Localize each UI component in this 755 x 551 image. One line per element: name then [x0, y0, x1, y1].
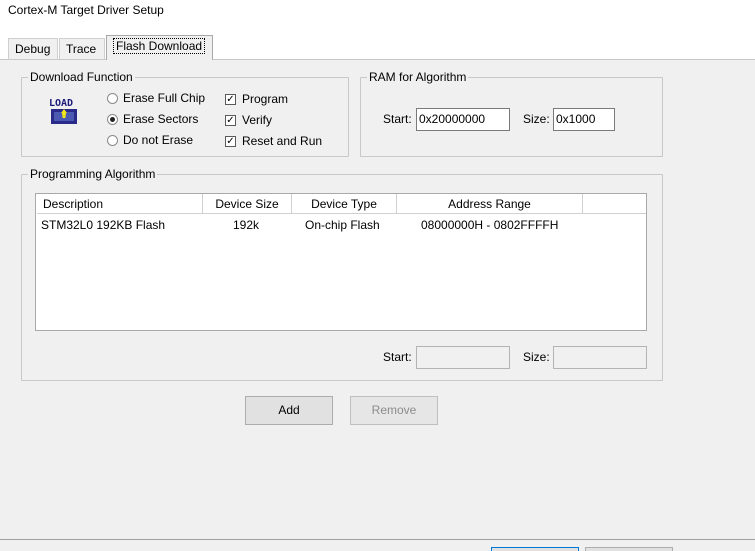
load-icon: LOAD [49, 98, 77, 124]
algorithm-list[interactable]: Description Device Size Device Type Addr… [35, 193, 647, 331]
tab-debug[interactable]: Debug [8, 38, 58, 59]
algorithm-start-input [416, 346, 510, 369]
tab-flash-download-label: Flash Download [113, 38, 206, 54]
ok-button[interactable] [491, 547, 579, 551]
tab-trace[interactable]: Trace [59, 38, 105, 59]
tab-flash-download[interactable]: Flash Download [106, 35, 213, 60]
column-header-filler [583, 194, 646, 214]
row-description: STM32L0 192KB Flash [41, 218, 166, 232]
erase-full-chip-radio[interactable] [107, 93, 118, 104]
ram-start-input[interactable]: 0x20000000 [416, 108, 510, 131]
do-not-erase-radio[interactable] [107, 135, 118, 146]
reset-and-run-label[interactable]: Reset and Run [242, 134, 322, 148]
add-button[interactable]: Add [245, 396, 333, 425]
ram-start-label: Start: [383, 112, 412, 126]
ram-group-title: RAM for Algorithm [367, 70, 469, 84]
verify-label[interactable]: Verify [242, 113, 272, 127]
tab-trace-label: Trace [66, 42, 97, 56]
column-header-description[interactable]: Description [37, 194, 203, 214]
column-header-device-type[interactable]: Device Type [292, 194, 397, 214]
column-header-device-size[interactable]: Device Size [203, 194, 292, 214]
program-label[interactable]: Program [242, 92, 288, 106]
erase-sectors-radio[interactable] [107, 114, 118, 125]
reset-and-run-checkbox[interactable]: ✓ [225, 136, 236, 147]
window-title: Cortex-M Target Driver Setup [8, 3, 164, 17]
row-device-size: 192k [233, 218, 260, 232]
download-function-title: Download Function [28, 70, 135, 84]
column-header-address-range[interactable]: Address Range [397, 194, 583, 214]
programming-algorithm-title: Programming Algorithm [28, 167, 158, 181]
table-row[interactable]: STM32L0 192KB Flash 192k On-chip Flash 0… [36, 216, 646, 234]
tab-debug-label: Debug [15, 42, 51, 56]
algorithm-start-label: Start: [383, 350, 412, 364]
row-device-type: On-chip Flash [305, 218, 380, 232]
ram-size-label: Size: [523, 112, 550, 126]
algorithm-size-label: Size: [523, 350, 550, 364]
erase-full-chip-label[interactable]: Erase Full Chip [123, 91, 205, 105]
algorithm-size-input [553, 346, 647, 369]
row-address-range: 08000000H - 0802FFFFH [421, 218, 559, 232]
title-bar: Cortex-M Target Driver Setup [0, 0, 755, 26]
ram-size-input[interactable]: 0x1000 [553, 108, 615, 131]
do-not-erase-label[interactable]: Do not Erase [123, 133, 193, 147]
program-checkbox[interactable]: ✓ [225, 94, 236, 105]
cancel-button[interactable] [585, 547, 673, 551]
remove-button: Remove [350, 396, 438, 425]
load-icon-text: LOAD [49, 98, 73, 109]
erase-sectors-label[interactable]: Erase Sectors [123, 112, 198, 126]
verify-checkbox[interactable]: ✓ [225, 115, 236, 126]
